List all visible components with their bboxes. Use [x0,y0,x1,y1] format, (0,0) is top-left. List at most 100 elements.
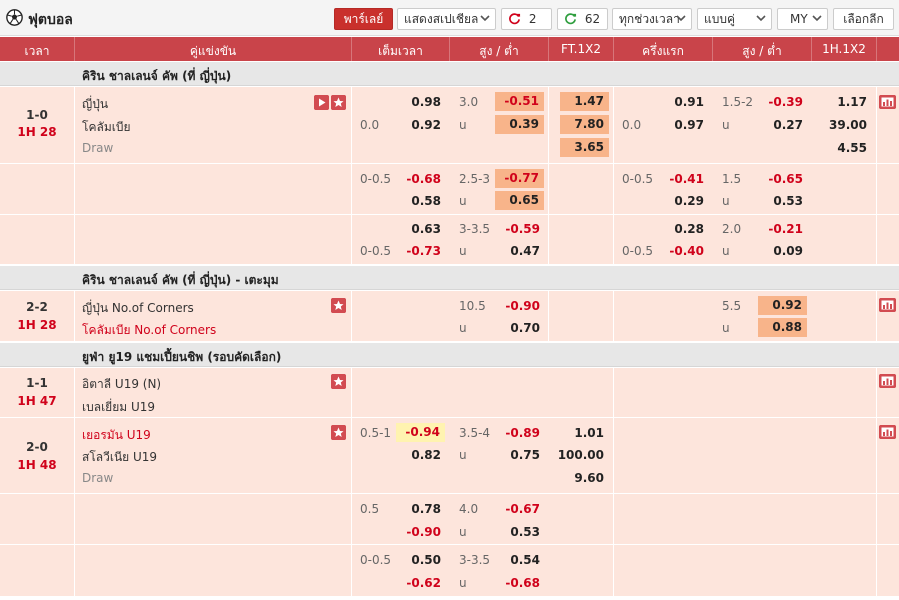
league-name: ยูฟ่า ยู19 แชมเปี้ยนชิพ (รอบคัดเลือก) [82,350,282,364]
ft-under-odds[interactable]: -0.68 [495,576,540,590]
h1-away-odds[interactable]: 0.29 [663,194,704,208]
favorite-star-icon[interactable] [331,95,346,110]
refresh-button-1[interactable]: 2 [501,8,552,30]
away-team: โคลัมเบีย [82,120,131,134]
ft-away-odds[interactable]: -0.73 [400,244,441,258]
league-header[interactable]: คิริน ชาลเลนจ์ คัพ (ที่ ญี่ปุ่น) - เตะมุ… [0,266,899,290]
ft-home-odds[interactable]: 0.78 [400,502,441,516]
h1-hdp-line: 0.0 [622,118,642,132]
ft-away-odds[interactable]: -0.62 [400,576,441,590]
ft-over-odds[interactable]: -0.89 [495,426,540,440]
h1-over-odds[interactable]: -0.21 [760,222,803,236]
odds-type-label: แบบคู่ [704,12,735,26]
h1-away-odds[interactable]: -0.40 [663,244,704,258]
ft-home-odds[interactable]: 0.98 [400,95,441,109]
h1-under-odds[interactable]: 0.88 [758,318,807,337]
ft-1x2-draw[interactable]: 9.60 [555,471,604,485]
match-score: 1-1 [26,376,48,390]
home-team: อิตาลี U19 (N) [82,377,162,391]
col-time: เวลา [24,44,50,58]
odds-format-dropdown[interactable]: MY [777,8,828,30]
ft-1x2-draw[interactable]: 3.65 [560,138,609,157]
h1-over-odds[interactable]: -0.39 [760,95,803,109]
refresh-button-2[interactable]: 62 [557,8,608,30]
match-time: 1H 47 [17,394,57,408]
h1-1x2-away[interactable]: 39.00 [820,118,867,132]
ft-ou-under-label: u [459,244,467,258]
select-league-button[interactable]: เลือกลีก [833,8,894,30]
league-header[interactable]: คิริน ชาลเลนจ์ คัพ (ที่ ญี่ปุ่น) [0,62,899,86]
chevron-down-icon [756,15,766,22]
odds-display-dropdown[interactable]: แสดงสเปเชียล [397,8,496,30]
odds-type-dropdown[interactable]: แบบคู่ [697,8,772,30]
stats-chart-icon[interactable] [879,298,896,312]
ft-ou-under-label: u [459,194,467,208]
h1-under-odds[interactable]: 0.53 [760,194,803,208]
col-h1-ou: สูง / ต่ำ [742,44,782,58]
favorite-star-icon[interactable] [331,298,346,313]
ft-ou-line: 3.0 [459,95,479,109]
ft-home-odds[interactable]: 0.50 [400,553,441,567]
ft-under-odds[interactable]: 0.47 [495,244,540,258]
ft-over-odds[interactable]: -0.59 [495,222,540,236]
league-name: คิริน ชาลเลนจ์ คัพ (ที่ ญี่ปุ่น) - เตะมุ… [82,273,279,287]
ft-over-odds[interactable]: -0.77 [495,169,544,188]
ft-under-odds[interactable]: 0.75 [495,448,540,462]
h1-under-odds[interactable]: 0.27 [760,118,803,132]
stats-chart-icon[interactable] [879,374,896,388]
ft-under-odds[interactable]: 0.65 [495,191,544,210]
parlay-button[interactable]: พาร์เลย์ [334,8,393,30]
ft-home-odds[interactable]: -0.94 [396,423,445,442]
favorite-star-icon[interactable] [331,425,346,440]
match-time: 1H 28 [17,318,57,332]
ft-ou-line: 3-3.5 [459,553,491,567]
ft-under-odds[interactable]: 0.53 [495,525,540,539]
home-team: ญี่ปุ่น [82,97,109,111]
h1-1x2-draw[interactable]: 4.55 [820,141,867,155]
ft-over-odds[interactable]: -0.90 [495,299,540,313]
league-header[interactable]: ยูฟ่า ยู19 แชมเปี้ยนชิพ (รอบคัดเลือก) [0,343,899,367]
ft-over-odds[interactable]: -0.67 [495,502,540,516]
ft-1x2-home[interactable]: 1.47 [560,92,609,111]
ft-ou-under-label: u [459,525,467,539]
col-match: คู่แข่งขัน [189,44,237,58]
chevron-down-icon [676,15,686,22]
h1-1x2-home[interactable]: 1.17 [820,95,867,109]
ft-over-odds[interactable]: -0.51 [495,92,544,111]
h1-over-odds[interactable]: 0.92 [758,296,807,315]
ft-hdp-line: 0-0.5 [360,244,392,258]
ft-away-odds[interactable]: 0.92 [400,118,441,132]
ft-1x2-home[interactable]: 1.01 [555,426,604,440]
odds-display-label: แสดงสเปเชียล [404,12,479,26]
league-name: คิริน ชาลเลนจ์ คัพ (ที่ ญี่ปุ่น) [82,69,232,83]
h1-home-odds[interactable]: 0.91 [663,95,704,109]
away-team: โคลัมเบีย No.of Corners [82,323,217,337]
ft-home-odds[interactable]: 0.63 [400,222,441,236]
ft-1x2-away[interactable]: 7.80 [560,115,609,134]
ft-away-odds[interactable]: 0.82 [400,448,441,462]
ft-under-odds[interactable]: 0.70 [495,321,540,335]
refresh-count-2: 62 [584,12,601,26]
h1-home-odds[interactable]: 0.28 [663,222,704,236]
ft-1x2-away[interactable]: 100.00 [555,448,604,462]
stats-chart-icon[interactable] [879,95,896,109]
live-stream-icon[interactable] [314,95,329,110]
page-title: ฟุตบอล [28,12,73,28]
favorite-star-icon[interactable] [331,374,346,389]
h1-over-odds[interactable]: -0.65 [760,172,803,186]
ft-under-odds[interactable]: 0.39 [495,115,544,134]
h1-under-odds[interactable]: 0.09 [760,244,803,258]
h1-away-odds[interactable]: 0.97 [663,118,704,132]
time-filter-dropdown[interactable]: ทุกช่วงเวลา [612,8,692,30]
ft-home-odds[interactable]: -0.68 [400,172,441,186]
match-time: 1H 28 [17,125,57,139]
ft-away-odds[interactable]: -0.90 [400,525,441,539]
ft-over-odds[interactable]: 0.54 [495,553,540,567]
table-row [0,494,899,545]
ft-hdp-line: 0.5-1 [360,426,392,440]
h1-home-odds[interactable]: -0.41 [663,172,704,186]
away-team: เบลเยี่ยม U19 [82,400,156,414]
ft-away-odds[interactable]: 0.58 [400,194,441,208]
stats-chart-icon[interactable] [879,425,896,439]
h1-ou-line: 1.5 [722,172,742,186]
